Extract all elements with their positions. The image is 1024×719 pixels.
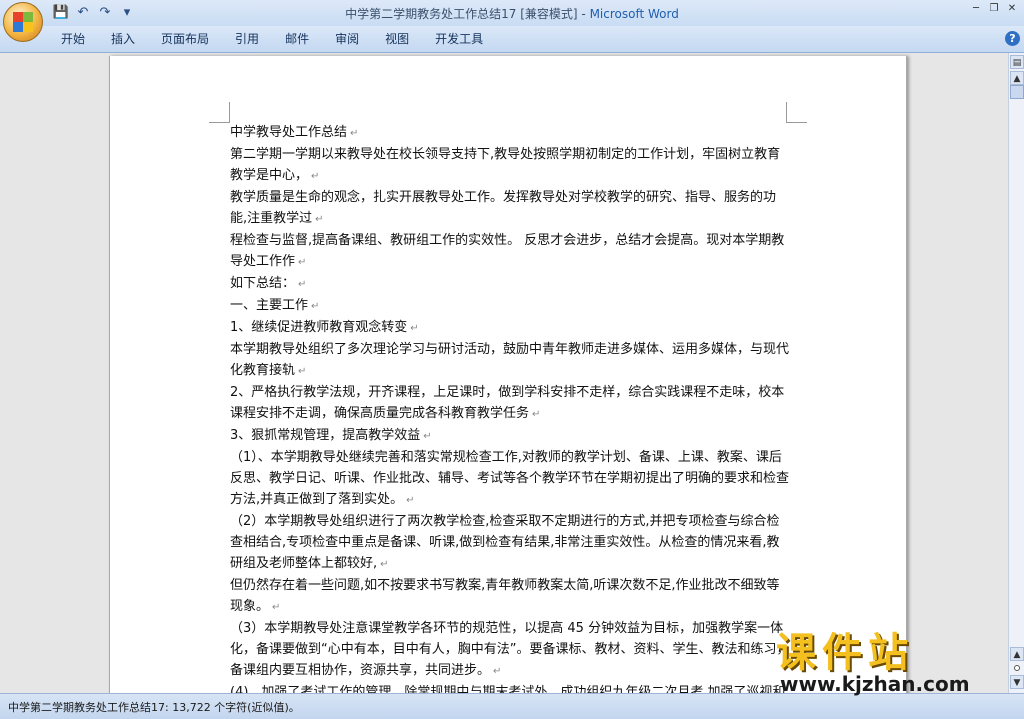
tab-0[interactable]: 开始 xyxy=(50,30,96,48)
paragraph-text: 中学教导处工作总结 xyxy=(230,125,348,140)
word-count-status[interactable]: 中学第二学期教务处工作总结17: 13,722 个字符(近似值)。 xyxy=(8,699,300,715)
document-title: 中学第二学期教务处工作总结17 [兼容模式] - xyxy=(345,7,590,21)
office-logo-icon xyxy=(13,12,33,32)
document-paragraph[interactable]: 第二学期一学期以来教导处在校长领导支持下,教导处按照学期初制定的工作计划，牢固树… xyxy=(230,144,790,187)
paragraph-text: 如下总结： xyxy=(230,276,296,291)
document-paragraph[interactable]: (4)、加强了考试工作的管理。除常规期中与期末考试外，成功组织九年级二次月考,加… xyxy=(230,682,790,693)
document-paragraph[interactable]: 一、主要工作 ↵ xyxy=(230,295,790,317)
paragraph-text: （2）本学期教导处组织进行了两次教学检查,检查采取不定期进行的方式,并把专项检查… xyxy=(230,514,780,571)
window-controls: ─ ❐ ✕ xyxy=(968,2,1020,16)
paragraph-text: 3、狠抓常规管理，提高教学效益 xyxy=(230,428,421,443)
watermark-chinese: 课件站 xyxy=(776,630,914,676)
ruler-toggle-icon[interactable]: ▤ xyxy=(1010,55,1024,69)
help-icon[interactable]: ? xyxy=(1005,31,1020,46)
document-paragraph[interactable]: 程检查与监督,提高备课组、教研组工作的实效性。 反思才会进步，总结才会提高。现对… xyxy=(230,230,790,273)
site-watermark: 课件站 www.kjzhan.com xyxy=(772,620,1012,710)
paragraph-text: 程检查与监督,提高备课组、教研组工作的实效性。 反思才会进步，总结才会提高。现对… xyxy=(230,233,785,269)
paragraph-mark-icon: ↵ xyxy=(311,301,320,312)
close-icon[interactable]: ✕ xyxy=(1004,2,1020,16)
paragraph-mark-icon: ↵ xyxy=(380,559,389,570)
tab-4[interactable]: 邮件 xyxy=(274,30,320,48)
document-paragraph[interactable]: 如下总结： ↵ xyxy=(230,273,790,295)
paragraph-mark-icon: ↵ xyxy=(298,257,307,268)
tab-1[interactable]: 插入 xyxy=(100,30,146,48)
vertical-scrollbar[interactable]: ▤ ▲ ▲ ▼ xyxy=(1008,53,1024,693)
paragraph-text: 2、严格执行教学法规，开齐课程，上足课时，做到学科安排不走样，综合实践课程不走味… xyxy=(230,385,785,421)
paragraph-text: 1、继续促进教师教育观念转变 xyxy=(230,320,408,335)
crop-mark-left xyxy=(209,102,230,123)
paragraph-text: （1）、本学期教导处继续完善和落实常规检查工作,对教师的教学计划、备课、上课、教… xyxy=(230,450,790,507)
paragraph-text: 教学质量是生命的观念，扎实开展教导处工作。发挥教导处对学校教学的研究、指导、服务… xyxy=(230,190,777,226)
browse-object-icon[interactable] xyxy=(1014,665,1020,671)
document-paragraph[interactable]: 中学教导处工作总结 ↵ xyxy=(230,122,790,144)
document-paragraph[interactable]: （2）本学期教导处组织进行了两次教学检查,检查采取不定期进行的方式,并把专项检查… xyxy=(230,511,790,575)
paragraph-mark-icon: ↵ xyxy=(423,431,432,442)
paragraph-text: 本学期教导处组织了多次理论学习与研讨活动，鼓励中青年教师走进多媒体、运用多媒体，… xyxy=(230,342,790,378)
next-page-button[interactable]: ▼ xyxy=(1010,675,1024,689)
tab-3[interactable]: 引用 xyxy=(224,30,270,48)
tab-7[interactable]: 开发工具 xyxy=(424,30,494,48)
ribbon-tabs: 开始 插入 页面布局 引用 邮件 审阅 视图 开发工具 xyxy=(50,30,498,48)
document-paragraph[interactable]: （1）、本学期教导处继续完善和落实常规检查工作,对教师的教学计划、备课、上课、教… xyxy=(230,447,790,511)
document-paragraph[interactable]: 教学质量是生命的观念，扎实开展教导处工作。发挥教导处对学校教学的研究、指导、服务… xyxy=(230,187,790,230)
paragraph-mark-icon: ↵ xyxy=(532,409,541,420)
document-paragraph[interactable]: 1、继续促进教师教育观念转变 ↵ xyxy=(230,317,790,339)
title-bar: 💾 ↶ ↷ ▾ 中学第二学期教务处工作总结17 [兼容模式] - Microso… xyxy=(0,0,1024,26)
document-page[interactable]: 中学教导处工作总结 ↵ 第二学期一学期以来教导处在校长领导支持下,教导处按照学期初制… xyxy=(109,56,907,693)
scroll-up-button[interactable]: ▲ xyxy=(1010,71,1024,85)
document-paragraph[interactable]: （3）本学期教导处注意课堂教学各环节的规范性，以提高 45 分钟效益为目标，加强… xyxy=(230,618,790,682)
document-area: 中学教导处工作总结 ↵ 第二学期一学期以来教导处在校长领导支持下,教导处按照学期初制… xyxy=(0,53,1008,693)
paragraph-text: 一、主要工作 xyxy=(230,298,309,313)
paragraph-mark-icon: ↵ xyxy=(350,128,359,139)
ribbon: 开始 插入 页面布局 引用 邮件 审阅 视图 开发工具 ? xyxy=(0,26,1024,53)
document-body[interactable]: 中学教导处工作总结 ↵ 第二学期一学期以来教导处在校长领导支持下,教导处按照学期初制… xyxy=(230,122,790,693)
minimize-icon[interactable]: ─ xyxy=(968,2,984,16)
app-name: Microsoft Word xyxy=(589,7,679,21)
document-paragraph[interactable]: 2、严格执行教学法规，开齐课程，上足课时，做到学科安排不走样，综合实践课程不走味… xyxy=(230,382,790,425)
paragraph-mark-icon: ↵ xyxy=(493,666,502,677)
tab-2[interactable]: 页面布局 xyxy=(150,30,220,48)
paragraph-mark-icon: ↵ xyxy=(315,214,324,225)
paragraph-mark-icon: ↵ xyxy=(406,495,415,506)
paragraph-text: （3）本学期教导处注意课堂教学各环节的规范性，以提高 45 分钟效益为目标，加强… xyxy=(230,621,790,678)
restore-icon[interactable]: ❐ xyxy=(986,2,1002,16)
paragraph-text: 但仍然存在着一些问题,如不按要求书写教案,青年教师教案太简,听课次数不足,作业批… xyxy=(230,578,780,614)
paragraph-text: (4)、加强了考试工作的管理。除常规期中与期末考试外，成功组织九年级二次月考,加… xyxy=(230,685,786,693)
tab-5[interactable]: 审阅 xyxy=(324,30,370,48)
window-title: 中学第二学期教务处工作总结17 [兼容模式] - Microsoft Word xyxy=(0,5,1024,22)
document-paragraph[interactable]: 本学期教导处组织了多次理论学习与研讨活动，鼓励中青年教师走进多媒体、运用多媒体，… xyxy=(230,339,790,382)
prev-page-button[interactable]: ▲ xyxy=(1010,647,1024,661)
office-button[interactable] xyxy=(3,2,43,42)
scrollbar-thumb[interactable] xyxy=(1010,85,1024,99)
document-paragraph[interactable]: 3、狠抓常规管理，提高教学效益 ↵ xyxy=(230,425,790,447)
document-paragraph[interactable]: 但仍然存在着一些问题,如不按要求书写教案,青年教师教案太简,听课次数不足,作业批… xyxy=(230,575,790,618)
paragraph-mark-icon: ↵ xyxy=(410,323,419,334)
tab-6[interactable]: 视图 xyxy=(374,30,420,48)
paragraph-mark-icon: ↵ xyxy=(311,171,320,182)
paragraph-mark-icon: ↵ xyxy=(298,366,307,377)
crop-mark-right xyxy=(786,102,807,123)
watermark-url: www.kjzhan.com xyxy=(780,672,970,696)
paragraph-mark-icon: ↵ xyxy=(272,602,281,613)
paragraph-mark-icon: ↵ xyxy=(298,279,307,290)
